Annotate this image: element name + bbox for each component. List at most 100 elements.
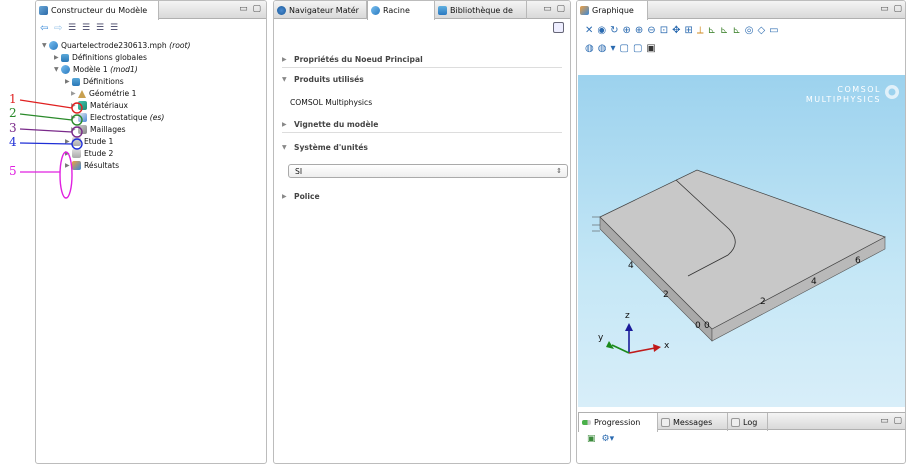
scene-light-icon[interactable]: ▭ — [769, 25, 778, 36]
show-options-icon[interactable]: ☰ — [110, 23, 121, 34]
render-icon[interactable]: ◍ — [585, 43, 594, 54]
tree-item-geometry[interactable]: ▶ Géométrie 1 — [71, 88, 136, 99]
select-box-icon[interactable]: ▾ — [610, 43, 615, 54]
chevron-right-icon[interactable]: ▶ — [65, 162, 72, 169]
tab-model-builder[interactable]: Constructeur du Modèle — [36, 1, 159, 20]
refresh-icon[interactable]: ↻ — [610, 25, 618, 36]
deselect-icon[interactable]: ✕ — [585, 25, 593, 36]
axis-label-z: z — [625, 311, 630, 321]
zoom-out-icon[interactable]: ⊖ — [647, 25, 655, 36]
graphics-viewport[interactable]: COMSOL MULTIPHYSICS z y x 4 2 0 0 2 4 6 — [578, 75, 905, 407]
study-icon — [72, 149, 81, 158]
tab-root[interactable]: Racine — [367, 1, 435, 20]
tab-model-library[interactable]: Bibliothèque de — [435, 1, 527, 19]
tab-graphics[interactable]: Graphique — [577, 1, 648, 20]
zoom-extents-icon[interactable]: ✥ — [672, 25, 680, 36]
chevron-right-icon[interactable]: ▶ — [71, 114, 78, 121]
sort-tree-icon[interactable]: ☰ — [96, 23, 107, 34]
model-icon — [61, 65, 70, 74]
expand-all-icon[interactable]: ☰ — [68, 23, 79, 34]
tab-log[interactable]: Log — [728, 413, 768, 431]
settings-tabbar: Navigateur Matér Racine Bibliothèque de … — [274, 1, 570, 20]
zoom-box-icon[interactable]: ⊡ — [660, 25, 668, 36]
geometry-icon — [78, 89, 86, 98]
axis-z-head — [625, 323, 633, 331]
tree-item-definitions[interactable]: ▶ Définitions — [65, 76, 124, 87]
geometry-3d-view — [592, 169, 886, 354]
yz-view-icon[interactable]: ⊾ — [720, 25, 728, 36]
tab-material-browser[interactable]: Navigateur Matér — [274, 1, 367, 19]
transparency-icon[interactable]: ◎ — [745, 25, 754, 36]
mesh-icon — [78, 125, 87, 134]
tick-label-y4: 4 — [628, 261, 634, 271]
chevron-right-icon[interactable]: ▶ — [71, 102, 78, 109]
tree-item-study1[interactable]: ▶ Etude 1 — [65, 136, 113, 147]
wireframe-icon[interactable]: ◇ — [757, 25, 765, 36]
tree-item-materials[interactable]: ▶ Matériaux — [71, 100, 128, 111]
tree-item-model[interactable]: ▼ Modèle 1 (mod1) — [54, 64, 138, 75]
select-mode-icon[interactable]: ⊕ — [623, 25, 631, 36]
graphics-toolbar-2: ◍ ◍ ▾ ▢ ▢ ▣ — [585, 41, 656, 55]
materials-icon — [78, 101, 87, 110]
unit-system-select[interactable]: SI ⇕ — [288, 164, 568, 178]
section-font[interactable]: ▶ Police — [282, 188, 562, 205]
run-icon[interactable]: ▣ — [587, 434, 596, 444]
gear-icon — [277, 5, 286, 15]
model-builder-window-controls[interactable]: ▭ ▢ — [239, 4, 262, 14]
tree-item-global-definitions[interactable]: ▶ Définitions globales — [54, 52, 147, 63]
zoom-selected-icon[interactable]: ⊞ — [684, 25, 692, 36]
zx-view-icon[interactable]: ⊾ — [732, 25, 740, 36]
copy-icon[interactable]: ▢ — [620, 43, 629, 54]
chevron-right-icon[interactable]: ▶ — [71, 126, 78, 133]
zoom-in-icon[interactable]: ⊕ — [635, 25, 643, 36]
graphics-panel: Graphique ▭ ▢ ✕ ◉ ↻ ⊕ ⊕ ⊖ ⊡ ✥ ⊞ ⟂ ⊾ ⊾ ⊾ … — [576, 0, 906, 464]
chevron-right-icon[interactable]: ▶ — [54, 54, 61, 61]
tree-item-electrostatics[interactable]: ▶ Electrostatique (es) — [71, 112, 164, 123]
chevron-right-icon: ▶ — [282, 120, 287, 128]
xy-view-icon[interactable]: ⊾ — [708, 25, 716, 36]
tree-item-mesh[interactable]: ▶ Maillages — [71, 124, 126, 135]
view-icon[interactable]: ◉ — [597, 25, 606, 36]
axis-view-icon[interactable]: ⟂ — [697, 25, 704, 36]
definitions-icon — [72, 77, 80, 86]
chevron-right-icon[interactable]: ▶ — [65, 138, 72, 145]
settings-window-controls[interactable]: ▭ ▢ — [543, 4, 566, 14]
camera-icon[interactable]: ▣ — [646, 43, 655, 54]
comsol-root-icon — [49, 41, 58, 50]
settings-dropdown-icon[interactable]: ⚙▾ — [602, 434, 615, 444]
chevron-right-icon[interactable]: ▶ — [65, 78, 72, 85]
back-arrow-icon[interactable]: ⇦ — [40, 23, 51, 34]
chevron-down-icon: ▼ — [282, 144, 287, 151]
forward-arrow-icon[interactable]: ⇨ — [54, 23, 65, 34]
progress-icon — [582, 420, 591, 425]
tick-label-x2: 2 — [760, 297, 766, 307]
render-icon[interactable]: ◍ — [598, 43, 607, 54]
section-products-used[interactable]: ▼ Produits utilisés — [282, 71, 562, 88]
axis-y-arrow — [611, 344, 630, 354]
chevron-right-icon: ▶ — [282, 55, 287, 63]
axis-label-x: x — [664, 341, 670, 351]
compute-icon[interactable] — [553, 22, 564, 33]
graphics-window-controls[interactable]: ▭ ▢ — [880, 4, 903, 14]
chevron-down-icon[interactable]: ▼ — [42, 42, 49, 49]
tab-messages[interactable]: Messages — [658, 413, 728, 431]
chevron-right-icon[interactable]: ▶ — [71, 90, 78, 97]
select-caret-icon: ⇕ — [556, 167, 562, 175]
chevron-down-icon[interactable]: ▼ — [54, 66, 61, 73]
section-model-thumbnail[interactable]: ▶ Vignette du modèle — [282, 116, 562, 133]
paste-icon[interactable]: ▢ — [633, 43, 642, 54]
tab-progress[interactable]: Progression — [578, 413, 658, 432]
collapse-all-icon[interactable]: ☰ — [82, 23, 93, 34]
chevron-right-icon[interactable]: ▶ — [65, 150, 72, 157]
tree-item-study2[interactable]: ▶ Etude 2 — [65, 148, 113, 159]
definitions-icon — [61, 53, 69, 62]
block-top — [599, 169, 886, 330]
annotation-label-2: 2 — [9, 106, 17, 120]
section-unit-system[interactable]: ▼ Système d'unités — [282, 139, 562, 156]
bottom-window-controls[interactable]: ▭ ▢ — [880, 416, 903, 426]
section-root-properties[interactable]: ▶ Propriétés du Noeud Principal — [282, 51, 562, 68]
tree-item-root[interactable]: ▼ Quartelectrode230613.mph (root) — [42, 40, 190, 51]
model-builder-tabbar: Constructeur du Modèle ▭ ▢ — [36, 1, 266, 20]
tick-label-x6: 6 — [855, 256, 861, 266]
tree-item-results[interactable]: ▶ Résultats — [65, 160, 119, 171]
